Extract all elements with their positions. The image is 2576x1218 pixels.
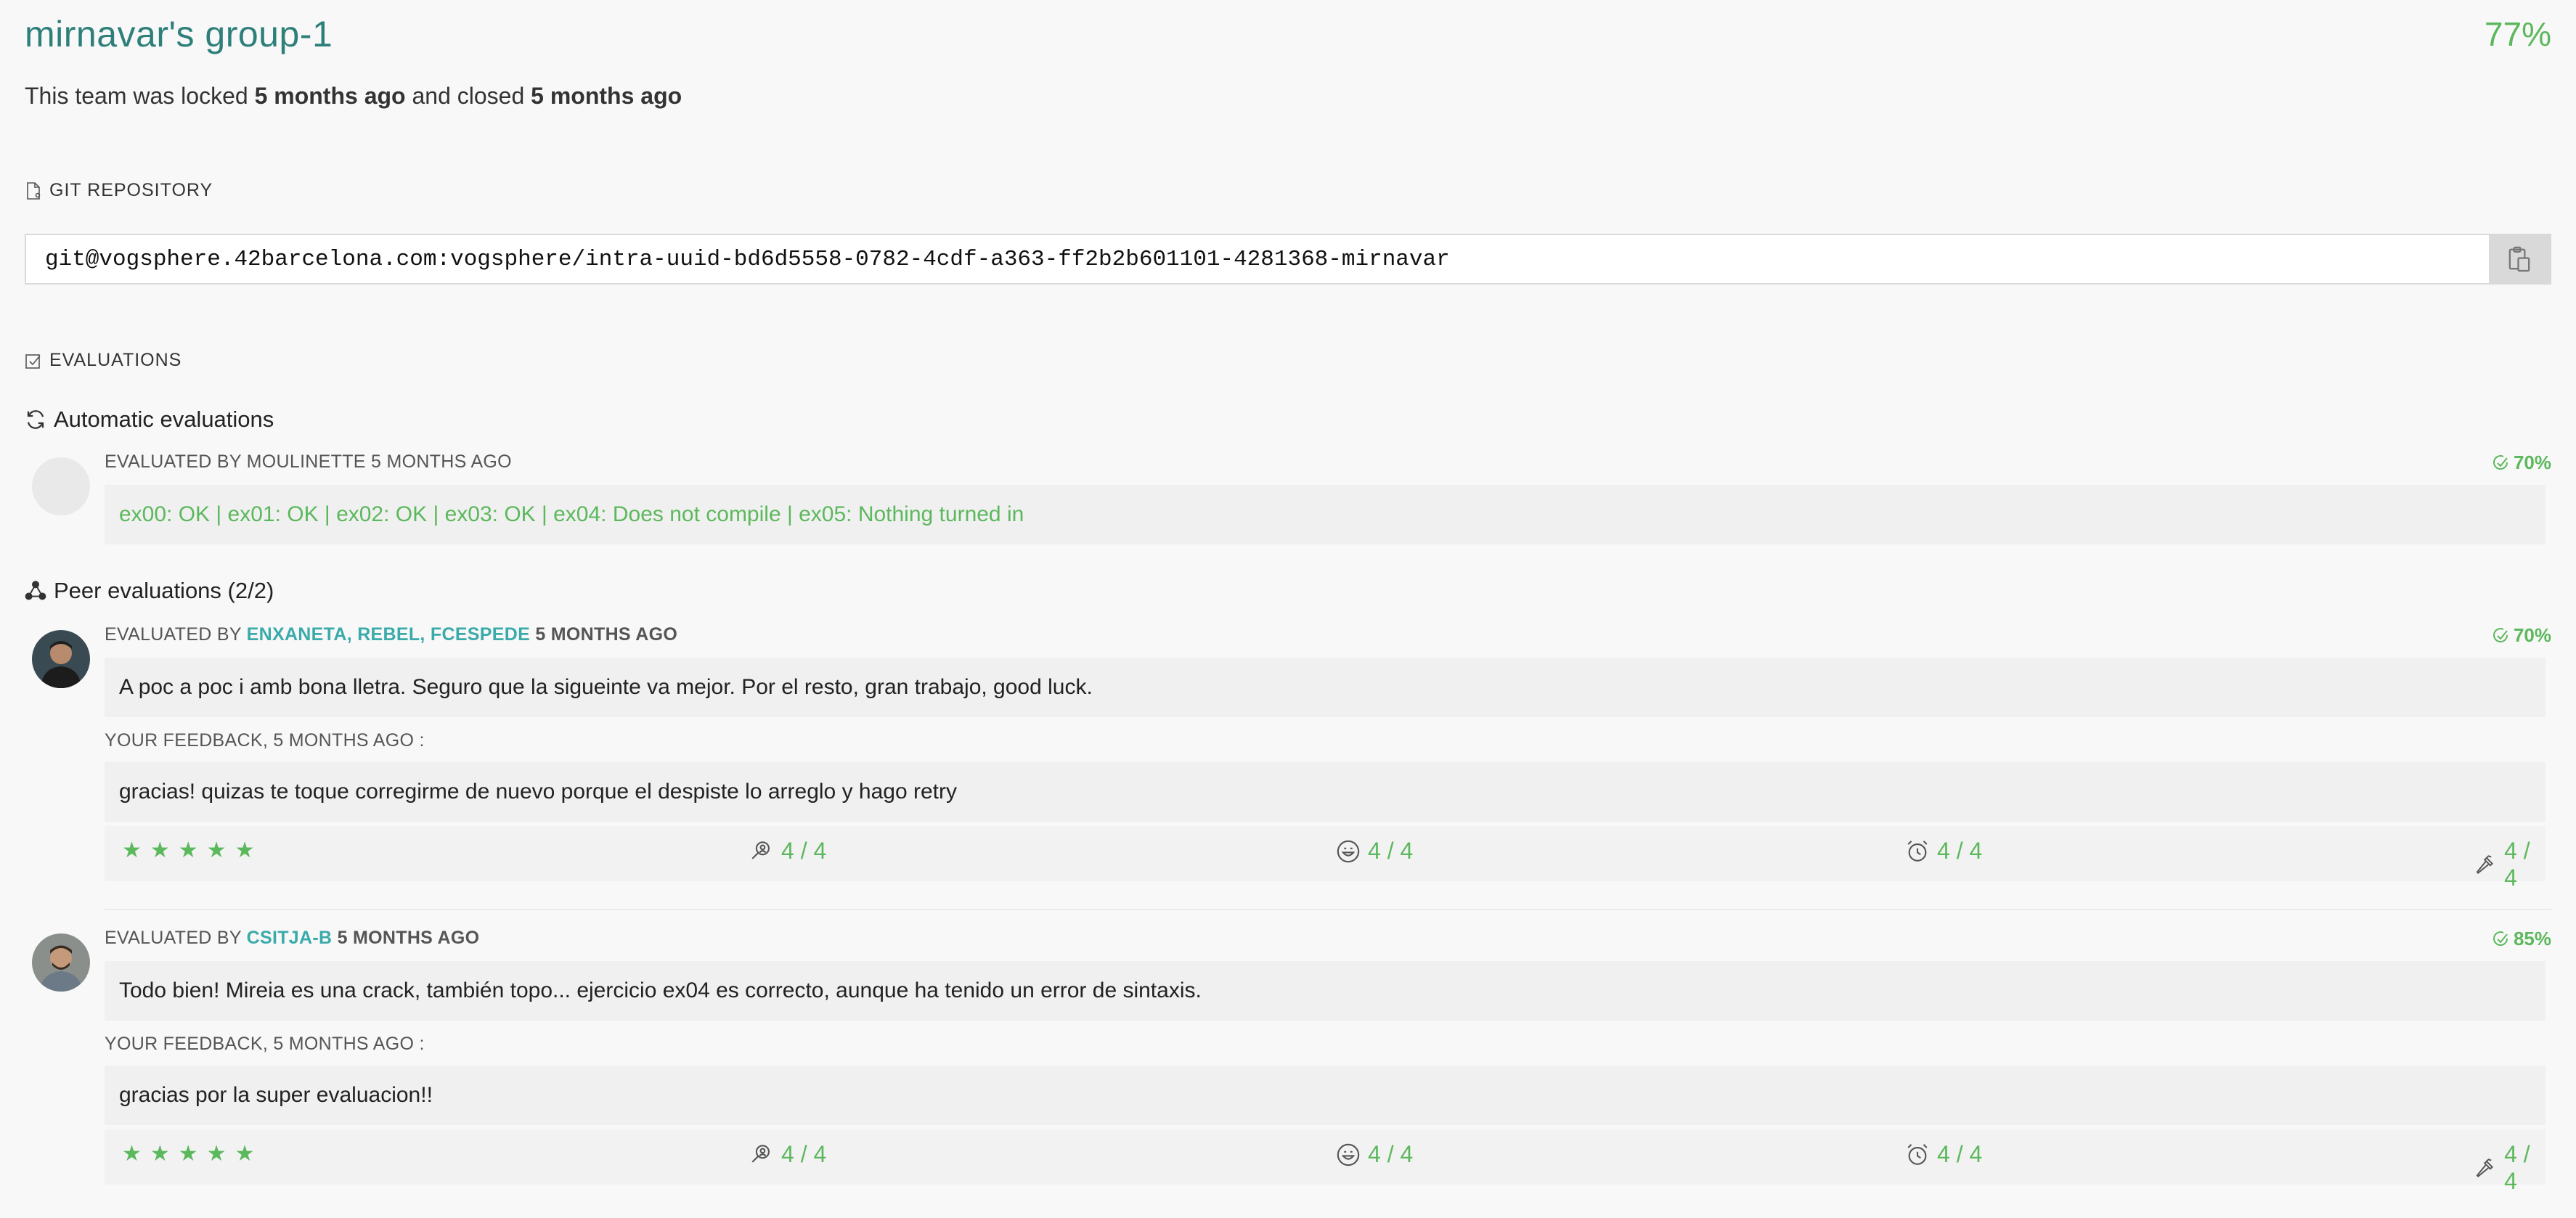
evaluation-ago: 5 MONTHS AGO (337, 928, 480, 948)
rating-value: 4 / 4 (1937, 1141, 1983, 1167)
rating-value: 4 / 4 (1368, 838, 1414, 864)
rating-punctuality: 4 / 4 (1905, 1141, 1982, 1168)
team-status: This team was locked 5 months ago and cl… (25, 83, 682, 110)
rating-value: 4 / 4 (1937, 838, 1983, 864)
alarm-clock-icon (1907, 840, 1928, 862)
rating-value: 4 / 4 (2504, 838, 2530, 891)
automatic-evaluation-head-text: EVALUATED BY MOULINETTE 5 MONTHS AGO (105, 451, 512, 472)
alarm-clock-icon (1907, 1143, 1928, 1165)
locked-ago: 5 months ago (254, 83, 406, 109)
rating-interested: 4 / 4 (749, 1141, 826, 1168)
magnifier-person-icon (751, 1144, 770, 1163)
check-circle-icon (2493, 627, 2508, 642)
git-repository-box[interactable]: git@vogsphere.42barcelona.com:vogsphere/… (25, 234, 2551, 285)
automatic-evaluation-percent: 70% (2492, 451, 2551, 474)
peer-percent-value: 85% (2513, 928, 2551, 949)
git-repository-url[interactable]: git@vogsphere.42barcelona.com:vogsphere/… (45, 247, 1450, 272)
rating-nice: 4 / 4 (1336, 838, 1413, 865)
moulinette-avatar (32, 457, 90, 515)
hammer-icon (2476, 1158, 2493, 1177)
status-middle: and closed (412, 83, 525, 109)
automatic-percent-value: 70% (2513, 451, 2551, 473)
rating-punctuality: 4 / 4 (1905, 838, 1982, 865)
team-name: mirnavar's group-1 (25, 14, 333, 54)
git-repository-title: GIT REPOSITORY (25, 180, 213, 201)
peer-evaluation-head: EVALUATED BY ENXANETA, REBEL, FCESPEDE 5… (105, 624, 677, 645)
evaluated-by-prefix: EVALUATED BY (105, 624, 242, 645)
star-rating: ★★★★★ (122, 1142, 264, 1166)
automatic-evaluation: EVALUATED BY MOULINETTE 5 MONTHS AGO 70%… (25, 451, 2551, 546)
team-header: mirnavar's group-1 77% (25, 10, 2551, 68)
magnifier-person-icon (751, 841, 770, 859)
star-rating: ★★★★★ (122, 838, 264, 862)
peer-evaluations-label: Peer evaluations (2/2) (54, 578, 274, 603)
automatic-evaluations-label: Automatic evaluations (54, 406, 274, 432)
hammer-icon (2476, 855, 2493, 874)
peer-evaluation-percent: 85% (2492, 928, 2551, 950)
peer-evaluations-title: Peer evaluations (2/2) (25, 578, 274, 604)
copy-button[interactable] (2489, 235, 2550, 283)
check-circle-icon (2493, 454, 2508, 470)
check-circle-icon (2493, 931, 2508, 946)
rating-rigorous: 4 / 4 (2474, 1141, 2546, 1195)
smiley-icon (1337, 840, 1360, 862)
refresh-icon (27, 410, 44, 429)
rating-value: 4 / 4 (1368, 1141, 1414, 1167)
evaluator-comment: Todo bien! Mireia es una crack, también … (105, 961, 2546, 1021)
automatic-evaluations-title: Automatic evaluations (25, 406, 274, 433)
your-feedback-text: gracias! quizas te toque corregirme de n… (105, 762, 2546, 822)
peers-icon (25, 581, 46, 600)
rating-interested: 4 / 4 (749, 838, 826, 865)
evaluated-by-prefix: EVALUATED BY (105, 928, 242, 948)
evaluations-title: EVALUATIONS (25, 350, 182, 371)
evaluator-names[interactable]: CSITJA-B (247, 928, 333, 948)
smiley-icon (1337, 1143, 1360, 1166)
evaluation-divider (105, 909, 2551, 910)
automatic-evaluation-result: ex00: OK | ex01: OK | ex02: OK | ex03: O… (105, 485, 2546, 544)
rating-value: 4 / 4 (781, 838, 827, 864)
evaluator-avatar[interactable] (32, 630, 90, 688)
checkbox-icon (25, 353, 41, 369)
clipboard-icon (2508, 246, 2530, 272)
your-feedback-text: gracias por la super evaluacion!! (105, 1066, 2546, 1125)
peer-evaluation-head: EVALUATED BY CSITJA-B 5 MONTHS AGO (105, 928, 479, 949)
feedback-ratings: ★★★★★ 4 / 4 4 / 4 4 / 4 4 / 4 (105, 1129, 2546, 1194)
rating-nice: 4 / 4 (1336, 1141, 1413, 1168)
peer-evaluation: EVALUATED BY CSITJA-B 5 MONTHS AGO 85% T… (25, 928, 2551, 1196)
evaluator-comment: A poc a poc i amb bona lletra. Seguro qu… (105, 658, 2546, 717)
evaluation-ago: 5 MONTHS AGO (535, 624, 678, 645)
your-feedback-label: YOUR FEEDBACK, 5 MONTHS AGO : (105, 730, 425, 751)
feedback-ratings: ★★★★★ 4 / 4 4 / 4 4 / 4 4 / 4 (105, 826, 2546, 891)
git-repository-label: GIT REPOSITORY (49, 180, 213, 200)
file-git-icon (27, 181, 41, 200)
rating-value: 4 / 4 (781, 1141, 827, 1167)
team-final-mark: 77% (2484, 15, 2551, 53)
rating-rigorous: 4 / 4 (2474, 838, 2546, 891)
peer-evaluation: EVALUATED BY ENXANETA, REBEL, FCESPEDE 5… (25, 624, 2551, 893)
team-page: mirnavar's group-1 77% This team was loc… (0, 0, 2576, 1218)
automatic-evaluation-head: EVALUATED BY MOULINETTE 5 MONTHS AGO (105, 451, 512, 473)
peer-percent-value: 70% (2513, 624, 2551, 646)
peer-evaluation-percent: 70% (2492, 624, 2551, 647)
evaluations-label: EVALUATIONS (49, 350, 182, 370)
rating-value: 4 / 4 (2504, 1141, 2530, 1194)
status-prefix: This team was locked (25, 83, 248, 109)
your-feedback-label: YOUR FEEDBACK, 5 MONTHS AGO : (105, 1034, 425, 1054)
evaluator-names[interactable]: ENXANETA, REBEL, FCESPEDE (247, 624, 530, 645)
evaluator-avatar[interactable] (32, 933, 90, 992)
closed-ago: 5 months ago (531, 83, 682, 109)
